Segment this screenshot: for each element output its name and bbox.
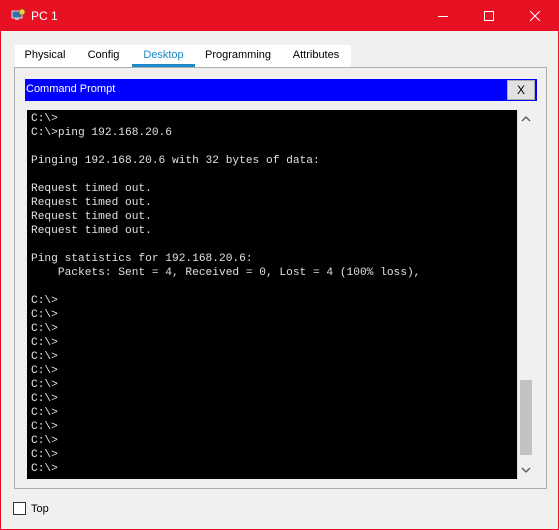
scroll-up-icon[interactable] (521, 114, 531, 124)
maximize-button[interactable] (466, 1, 512, 31)
minimize-icon (438, 16, 448, 17)
terminal-line: C:\> (31, 309, 58, 321)
terminal-line: C:\> (31, 351, 58, 363)
terminal-line: C:\> (31, 393, 58, 405)
terminal-line: Request timed out. (31, 183, 152, 195)
terminal-line: C:\> (31, 463, 58, 475)
terminal-line: Ping statistics for 192.168.20.6: (31, 253, 253, 265)
terminal-line: Request timed out. (31, 211, 152, 223)
terminal-line: C:\> (31, 435, 58, 447)
terminal-scrollbar[interactable] (517, 110, 534, 479)
command-prompt-titlebar: Command Prompt (25, 79, 537, 101)
tab-programming[interactable]: Programming (195, 45, 281, 67)
terminal-line: C:\> (31, 365, 58, 377)
tab-config[interactable]: Config (75, 45, 132, 67)
terminal-line: C:\> (31, 113, 58, 125)
terminal-line: Packets: Sent = 4, Received = 0, Lost = … (31, 267, 421, 279)
terminal-line: Pinging 192.168.20.6 with 32 bytes of da… (31, 155, 320, 167)
terminal-line: C:\> (31, 323, 58, 335)
terminal-line: C:\> (31, 421, 58, 433)
terminal-line: C:\> (31, 295, 58, 307)
maximize-icon (484, 11, 494, 21)
minimize-button[interactable] (420, 1, 466, 31)
terminal-line: C:\> (31, 449, 58, 461)
terminal-line: C:\>ping 192.168.20.6 (31, 127, 172, 139)
terminal-line: C:\> (31, 337, 58, 349)
scrollbar-thumb[interactable] (520, 380, 532, 455)
close-icon (530, 11, 540, 21)
window-titlebar[interactable]: PC 1 (1, 1, 558, 31)
top-checkbox-label: Top (31, 503, 49, 515)
command-prompt-terminal[interactable]: C:\> C:\>ping 192.168.20.6 Pinging 192.168… (27, 110, 517, 479)
top-checkbox[interactable] (13, 502, 26, 515)
terminal-line: Request timed out. (31, 197, 152, 209)
tab-desktop[interactable]: Desktop (132, 45, 195, 67)
terminal-line: C:\> (31, 379, 58, 391)
close-button[interactable] (512, 1, 558, 31)
command-prompt-close-button[interactable]: X (507, 80, 535, 100)
scroll-down-icon[interactable] (521, 465, 531, 475)
pc1-window: PC 1 Physical Config Desktop Programming… (0, 0, 559, 530)
window-title: PC 1 (31, 9, 58, 23)
cisco-pc-icon (10, 8, 26, 24)
tab-physical[interactable]: Physical (15, 45, 75, 67)
tab-attributes[interactable]: Attributes (281, 45, 351, 67)
terminal-line: C:\> (31, 407, 58, 419)
terminal-line: Request timed out. (31, 225, 152, 237)
command-prompt-title: Command Prompt (26, 83, 116, 95)
